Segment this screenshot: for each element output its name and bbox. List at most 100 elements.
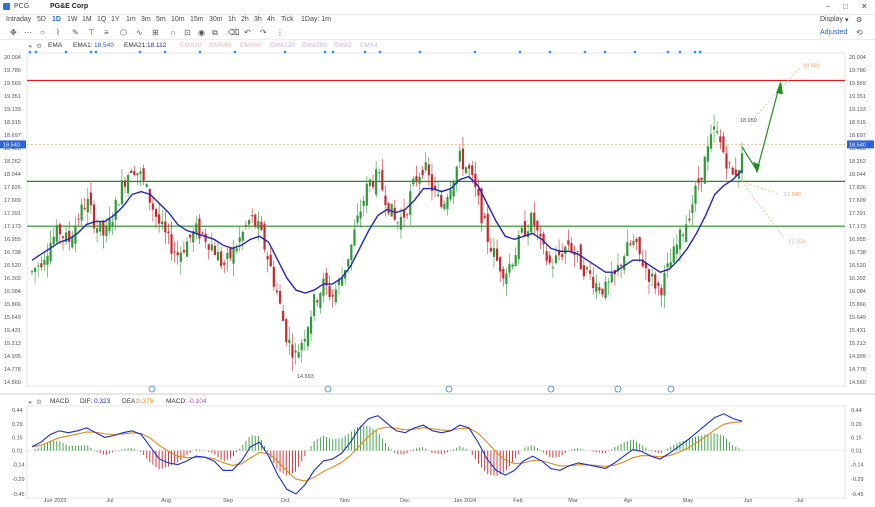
event-dot	[583, 50, 587, 54]
x-tick-label: Jul	[106, 498, 113, 504]
price-tick-left: 20.004	[4, 55, 21, 61]
earnings-marker-icon	[547, 385, 555, 393]
candle-body	[666, 263, 669, 268]
price-tick-left: 18.262	[4, 159, 21, 165]
candle-body	[77, 218, 80, 220]
candle-body	[328, 285, 331, 297]
candle-body	[68, 230, 71, 242]
price-annotation: 19.560	[803, 64, 820, 70]
event-dot	[138, 50, 142, 54]
macd-tick-left: -0.45	[12, 492, 25, 498]
candle-body	[672, 246, 675, 263]
candle-body	[734, 169, 737, 176]
candle-body	[424, 162, 427, 171]
candle-body	[418, 176, 421, 184]
candles-group	[30, 114, 744, 371]
candle-body	[691, 204, 694, 214]
price-annotation: 17.940	[784, 192, 801, 198]
event-dot	[323, 50, 327, 54]
price-tick-right: 18.262	[849, 159, 866, 165]
candle-body	[545, 251, 548, 261]
price-tick-left: 18.697	[4, 133, 21, 139]
price-tick-left: 19.786	[4, 68, 21, 74]
candle-body	[731, 167, 734, 175]
candle-body	[213, 245, 217, 255]
price-tick-left: 17.391	[4, 211, 21, 217]
candle-body	[92, 204, 96, 229]
candle-body	[353, 229, 356, 246]
candle-body	[384, 195, 387, 206]
macd-tick-right: -0.45	[851, 492, 864, 498]
candle-body	[182, 250, 186, 253]
candle-body	[592, 277, 595, 289]
candle-body	[378, 172, 381, 174]
candle-body	[530, 212, 533, 233]
macd-dea-line	[31, 421, 743, 482]
candle-body	[306, 327, 310, 347]
candle-body	[167, 231, 170, 234]
event-dot	[678, 50, 682, 54]
candle-body	[725, 153, 728, 169]
projection-down-1	[741, 181, 781, 195]
price-tick-right: 16.302	[849, 276, 866, 282]
candle-body	[123, 180, 127, 187]
candle-body	[291, 344, 294, 358]
candle-body	[105, 225, 108, 237]
candle-body	[275, 290, 279, 293]
candle-body	[551, 267, 554, 269]
candle-body	[650, 273, 654, 277]
price-tick-right: 15.213	[849, 341, 866, 347]
candle-body	[728, 162, 731, 164]
candle-body	[647, 269, 651, 282]
x-tick-label: May	[683, 498, 694, 504]
candle-body	[136, 173, 139, 176]
candle-body	[173, 251, 176, 253]
candle-body	[108, 218, 111, 232]
price-annotation: 17.150	[788, 239, 805, 245]
x-tick-label: Sep	[223, 498, 233, 504]
candle-body	[458, 150, 461, 162]
candle-body	[567, 240, 570, 245]
candle-body	[260, 221, 263, 230]
event-dot	[548, 50, 552, 54]
candle-body	[406, 214, 409, 216]
candle-body	[570, 243, 573, 252]
candle-body	[598, 287, 601, 291]
candle-body	[83, 207, 86, 209]
earnings-marker-icon	[148, 385, 156, 393]
candle-body	[486, 213, 489, 242]
candle-body	[117, 204, 120, 206]
macd-tick-left: -0.29	[12, 477, 25, 483]
candle-body	[585, 267, 589, 270]
price-tick-left: 18.915	[4, 120, 21, 126]
price-chart[interactable]: 20.004 20.004 19.786 19.786 19.569 19.569 19.3…	[0, 0, 875, 507]
macd-tick-right: -0.29	[851, 477, 864, 483]
price-tick-right: 17.609	[849, 198, 866, 204]
event-dot	[198, 50, 202, 54]
event-dot	[378, 50, 382, 54]
candle-body	[554, 255, 558, 264]
candle-body	[189, 234, 192, 238]
candle-body	[241, 231, 244, 241]
candle-body	[145, 184, 148, 187]
candle-body	[347, 259, 350, 267]
price-tick-right: 16.738	[849, 250, 866, 256]
candle-body	[502, 268, 505, 279]
price-annotation: 18.950	[740, 118, 757, 124]
price-tick-right: 17.173	[849, 224, 866, 230]
candle-body	[719, 136, 722, 143]
candle-body	[483, 216, 486, 218]
price-tick-right: 17.391	[849, 211, 866, 217]
macd-tick-left: 0.44	[12, 408, 23, 414]
candle-body	[322, 278, 325, 296]
price-tick-right: 14.995	[849, 354, 866, 360]
candle-body	[226, 252, 229, 260]
candle-body	[582, 265, 585, 277]
candle-body	[697, 178, 700, 183]
earnings-marker-icon	[614, 385, 622, 393]
candle-body	[440, 194, 443, 207]
candle-body	[468, 165, 471, 169]
candle-body	[170, 234, 173, 254]
candle-body	[412, 178, 415, 185]
price-tick-left: 16.520	[4, 263, 21, 269]
